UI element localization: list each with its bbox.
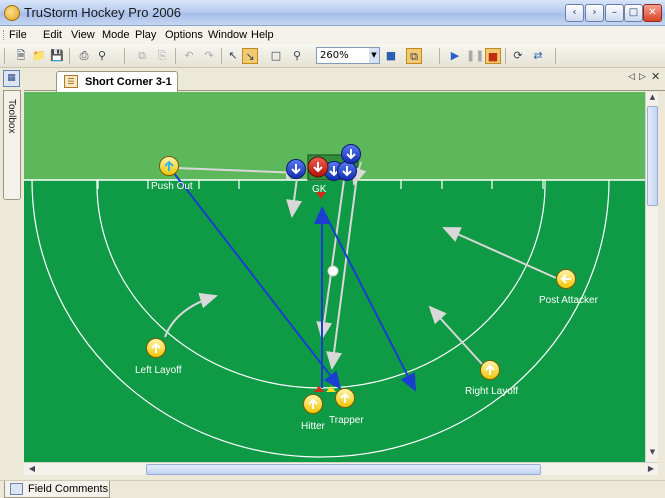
menu-view[interactable]: View <box>71 29 95 41</box>
label-right-layoff: Right Layoff <box>465 386 518 397</box>
attacker-trapper[interactable] <box>335 388 355 408</box>
toolbox-label: Toolbox <box>6 99 17 134</box>
undo-icon[interactable]: ↶ <box>181 48 197 64</box>
print-preview-icon[interactable]: ⚲ <box>94 48 110 64</box>
vertical-scrollbar[interactable]: ▲ ▼ <box>645 92 658 462</box>
defender-4[interactable] <box>341 144 361 164</box>
menu-edit[interactable]: Edit <box>43 29 62 41</box>
menu-play[interactable]: Play <box>135 29 156 41</box>
scroll-up-icon[interactable]: ▲ <box>647 93 658 105</box>
pause-icon[interactable]: ❚❚ <box>466 48 484 64</box>
chevron-down-icon[interactable]: ▼ <box>369 48 379 63</box>
play-icon[interactable]: ▶ <box>447 48 463 64</box>
label-goalkeeper: GK <box>312 184 327 195</box>
tab-label: Short Corner 3-1 <box>85 76 172 88</box>
maximize-button[interactable]: □ <box>624 4 643 22</box>
print-icon[interactable]: ⎙ <box>76 48 92 64</box>
bottom-dock: Field Comments <box>0 480 665 498</box>
draw-arrow-icon[interactable]: ↘ <box>242 48 258 64</box>
select-region-icon[interactable]: □ <box>268 48 284 64</box>
menu-options[interactable]: Options <box>165 29 203 41</box>
scroll-down-icon[interactable]: ▼ <box>647 448 658 460</box>
field-view-icon[interactable]: ■ <box>383 48 399 64</box>
attacker-post[interactable] <box>556 269 576 289</box>
attacker-push-out[interactable] <box>159 156 179 176</box>
hockey-field: Push Out GK Post Attacker Left Layoff Ri… <box>24 92 657 462</box>
goalkeeper[interactable] <box>307 156 329 178</box>
label-push-out: Push Out <box>151 181 193 192</box>
document-tabs: ☰ Short Corner 3-1 ◁ ▷ ✕ <box>24 68 665 92</box>
play-document-icon: ☰ <box>64 75 78 88</box>
defender-1[interactable] <box>286 159 306 179</box>
refresh-icon[interactable]: ⟳ <box>510 48 526 64</box>
ball[interactable] <box>327 265 339 277</box>
field-comments-tab[interactable]: Field Comments <box>4 481 110 498</box>
step-icon[interactable]: ⇄ <box>530 48 546 64</box>
close-button[interactable]: ✕ <box>643 4 662 22</box>
label-left-layoff: Left Layoff <box>135 365 182 376</box>
label-hitter: Hitter <box>301 421 326 432</box>
redo-icon[interactable]: ↷ <box>201 48 217 64</box>
left-dock: ▦ Toolbox <box>0 68 24 480</box>
field-canvas[interactable]: Push Out GK Post Attacker Left Layoff Ri… <box>24 92 657 462</box>
copy-field-icon[interactable]: ⧉ <box>406 48 422 64</box>
toolbox-tab[interactable]: Toolbox <box>3 90 21 200</box>
menu-file[interactable]: File <box>9 29 27 41</box>
pointer-icon[interactable]: ↖ <box>225 48 241 64</box>
field-comments-label: Field Comments <box>28 483 109 495</box>
menu-grip <box>3 30 5 40</box>
zoom-icon[interactable]: ⚲ <box>289 48 305 64</box>
minimize-button[interactable]: – <box>605 4 624 22</box>
vertical-scroll-thumb[interactable] <box>647 106 658 206</box>
stop-icon[interactable]: ■ <box>485 48 501 64</box>
horizontal-scrollbar[interactable]: ◀ ▶ <box>24 462 658 475</box>
label-trapper: Trapper <box>329 415 364 426</box>
scroll-right-icon[interactable]: ▶ <box>645 463 657 475</box>
copy-icon[interactable]: ⧉ <box>134 48 150 64</box>
attacker-left-layoff[interactable] <box>146 338 166 358</box>
label-post-attacker: Post Attacker <box>539 295 599 306</box>
save-icon[interactable]: 💾 <box>49 48 65 64</box>
defender-3[interactable] <box>337 161 357 181</box>
attacker-right-layoff[interactable] <box>480 360 500 380</box>
horizontal-scroll-thumb[interactable] <box>146 464 541 475</box>
menu-bar: File Edit View Mode Play Options Window … <box>0 26 665 44</box>
window-title: TruStorm Hockey Pro 2006 <box>24 5 182 20</box>
paste-icon[interactable]: ⎘ <box>154 48 170 64</box>
tab-close-icon[interactable]: ✕ <box>651 70 660 83</box>
prev-window-icon[interactable]: ‹ <box>565 4 584 22</box>
app-window: TruStorm Hockey Pro 2006 ‹ › – □ ✕ File … <box>0 0 665 498</box>
new-file-icon[interactable]: 🗎 <box>13 48 29 64</box>
menu-help[interactable]: Help <box>251 29 274 41</box>
tab-short-corner[interactable]: ☰ Short Corner 3-1 <box>56 71 178 92</box>
app-logo-icon <box>4 5 20 21</box>
next-window-icon[interactable]: › <box>585 4 604 22</box>
tab-scroll-left-icon[interactable]: ◁ <box>628 72 635 82</box>
dock-icon[interactable]: ▦ <box>3 70 20 87</box>
open-folder-icon[interactable]: 📁 <box>31 48 47 64</box>
zoom-value: 260% <box>320 50 349 61</box>
menu-window[interactable]: Window <box>208 29 247 41</box>
comments-icon <box>10 483 23 495</box>
scroll-left-icon[interactable]: ◀ <box>26 463 38 475</box>
tab-scroll-right-icon[interactable]: ▷ <box>639 72 646 82</box>
menu-mode[interactable]: Mode <box>102 29 130 41</box>
attacker-hitter[interactable] <box>303 394 323 414</box>
title-bar: TruStorm Hockey Pro 2006 ‹ › – □ ✕ <box>0 0 665 26</box>
